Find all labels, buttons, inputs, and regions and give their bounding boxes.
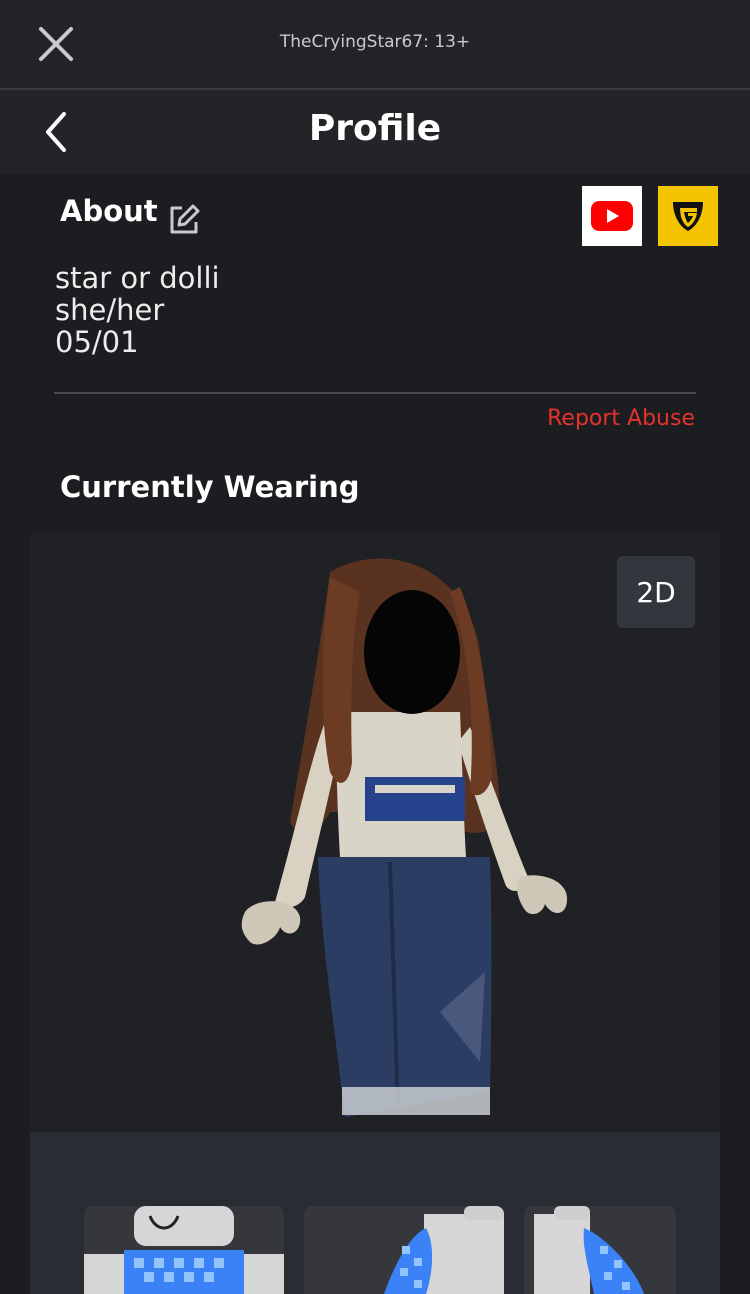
- youtube-icon: [591, 201, 633, 231]
- about-header: About: [60, 194, 158, 228]
- top-bar: TheCryingStar67: 13+: [0, 0, 750, 90]
- divider: [54, 392, 696, 394]
- bio-text: star or dolli she/her 05/01: [55, 262, 220, 358]
- avatar-item-thumbnail: [384, 1206, 504, 1294]
- bio-line: 05/01: [55, 325, 139, 359]
- currently-wearing-header: Currently Wearing: [60, 470, 360, 504]
- toggle-2d-button[interactable]: 2D: [617, 556, 695, 628]
- guilded-icon: [673, 202, 703, 231]
- bio-line: she/her: [55, 293, 165, 327]
- window-title: TheCryingStar67: 13+: [279, 32, 471, 52]
- edit-icon[interactable]: [166, 202, 202, 238]
- avatar-item-thumbnail: [84, 1206, 284, 1294]
- bio-line: star or dolli: [55, 261, 220, 295]
- wearing-item-card[interactable]: [524, 1206, 676, 1294]
- nav-bar: Profile: [0, 90, 750, 174]
- guilded-link[interactable]: [658, 186, 718, 246]
- youtube-link[interactable]: [582, 186, 642, 246]
- wearing-item-card[interactable]: [304, 1206, 504, 1294]
- report-abuse-link[interactable]: Report Abuse: [547, 406, 695, 431]
- wearing-item-card[interactable]: [84, 1206, 284, 1294]
- avatar-item-thumbnail: [534, 1206, 644, 1294]
- page-title: Profile: [308, 108, 442, 149]
